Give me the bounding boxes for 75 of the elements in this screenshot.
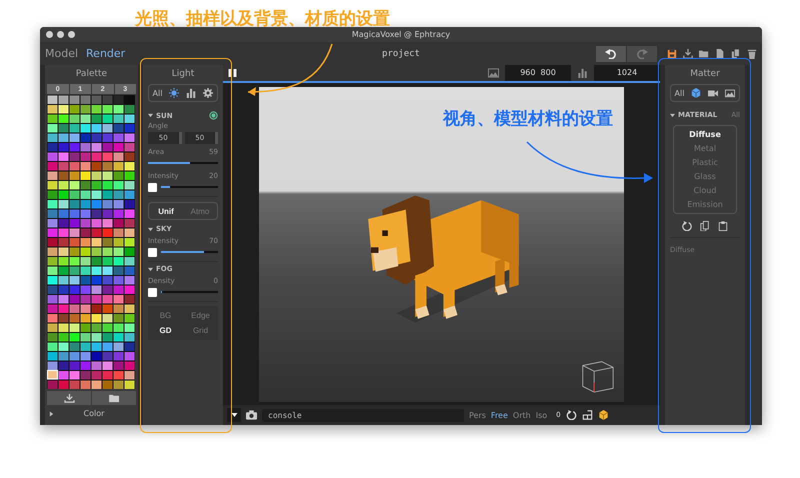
view-mode-tab[interactable]: Iso [536,410,548,420]
reset-view-icon[interactable] [566,410,577,420]
color-swatch[interactable] [148,288,157,296]
material-option[interactable]: Glass [694,172,716,181]
undo-icon [605,48,617,58]
option-toggle[interactable]: Edge [183,309,218,322]
collapse-arrow-icon[interactable] [148,113,153,118]
option-toggle[interactable]: Grid [183,324,218,337]
settings-icon[interactable] [203,88,214,98]
close-dot[interactable] [46,31,53,38]
material-option[interactable]: Emission [687,200,723,209]
caret-icon [230,412,238,418]
image-icon[interactable] [725,88,736,98]
save-icon[interactable] [667,48,677,58]
bar-chart-icon[interactable] [186,88,196,98]
mode-toggle[interactable]: Unif [149,203,183,219]
collapse-arrow-icon[interactable] [49,410,54,416]
toggle-radio[interactable] [209,111,218,120]
pause-icon[interactable] [227,68,238,78]
section-title: Color [82,409,106,418]
color-palette-drawing[interactable] [47,95,135,389]
annotation-text: 光照、抽样以及背景、材质的设置 [135,8,390,30]
dropdown-button[interactable] [227,408,241,422]
camera-icon[interactable] [246,410,257,420]
bar-chart-icon[interactable] [577,68,588,78]
filter-tab[interactable]: All [674,88,684,98]
sun-icon[interactable] [169,88,180,98]
view-mode-tab[interactable]: Pers [469,410,486,420]
material-option[interactable]: Cloud [694,186,716,195]
undo-button[interactable] [596,46,626,62]
zoom-dot[interactable] [68,31,75,38]
view-mode-tab[interactable]: Orth [512,410,531,420]
console-input[interactable]: console [262,408,464,422]
folder-icon [108,394,120,402]
annotation-text: 视角、模型材料的设置 [443,108,613,130]
material-option[interactable]: Diffuse [689,130,721,139]
color-swatch[interactable] [148,182,157,192]
image-icon[interactable] [488,68,499,78]
trash-icon[interactable] [747,48,757,58]
view-mode-tab[interactable]: Free [490,410,508,420]
panel-title: Matter [689,68,721,81]
mode-tab[interactable]: Render [86,47,126,60]
collapse-arrow-icon[interactable] [148,266,153,272]
minimize-dot[interactable] [57,31,64,38]
panel-title: Palette [74,68,108,81]
cube-icon[interactable] [691,88,702,98]
project-name: project [382,48,420,58]
redo-icon [636,48,648,58]
copy-icon[interactable] [700,221,710,231]
import-button[interactable] [47,391,91,405]
color-swatch[interactable] [148,248,157,256]
video-camera-icon[interactable] [708,88,718,98]
panel-title: Light [170,68,196,81]
material-option[interactable]: Metal [694,144,716,153]
collapse-arrow-icon[interactable] [148,226,153,232]
resolution-field[interactable]: 960 800 [505,65,571,81]
grid-icon[interactable] [582,410,593,420]
clipboard-icon[interactable] [718,221,728,231]
mode-tab[interactable]: Model [45,47,78,60]
reset-icon[interactable] [682,221,692,231]
open-folder-button[interactable] [92,391,136,405]
document-icon[interactable] [715,48,725,58]
mode-toggle[interactable]: Atmo [183,203,217,219]
option-toggle[interactable]: GD [148,324,183,337]
copy-icon[interactable] [731,48,741,58]
collapse-arrow-icon[interactable] [670,112,675,118]
window-title: MagicaVoxel @ Ephtracy [352,30,450,39]
material-option[interactable]: Plastic [692,158,718,167]
folder-icon[interactable] [699,48,709,58]
filter-tab[interactable]: All [152,88,162,98]
sample-count-field[interactable]: 1024 [594,65,660,81]
cube-icon[interactable] [598,410,609,420]
export-icon[interactable] [683,48,693,58]
option-toggle[interactable]: BG [148,309,183,322]
download-icon [64,394,74,402]
